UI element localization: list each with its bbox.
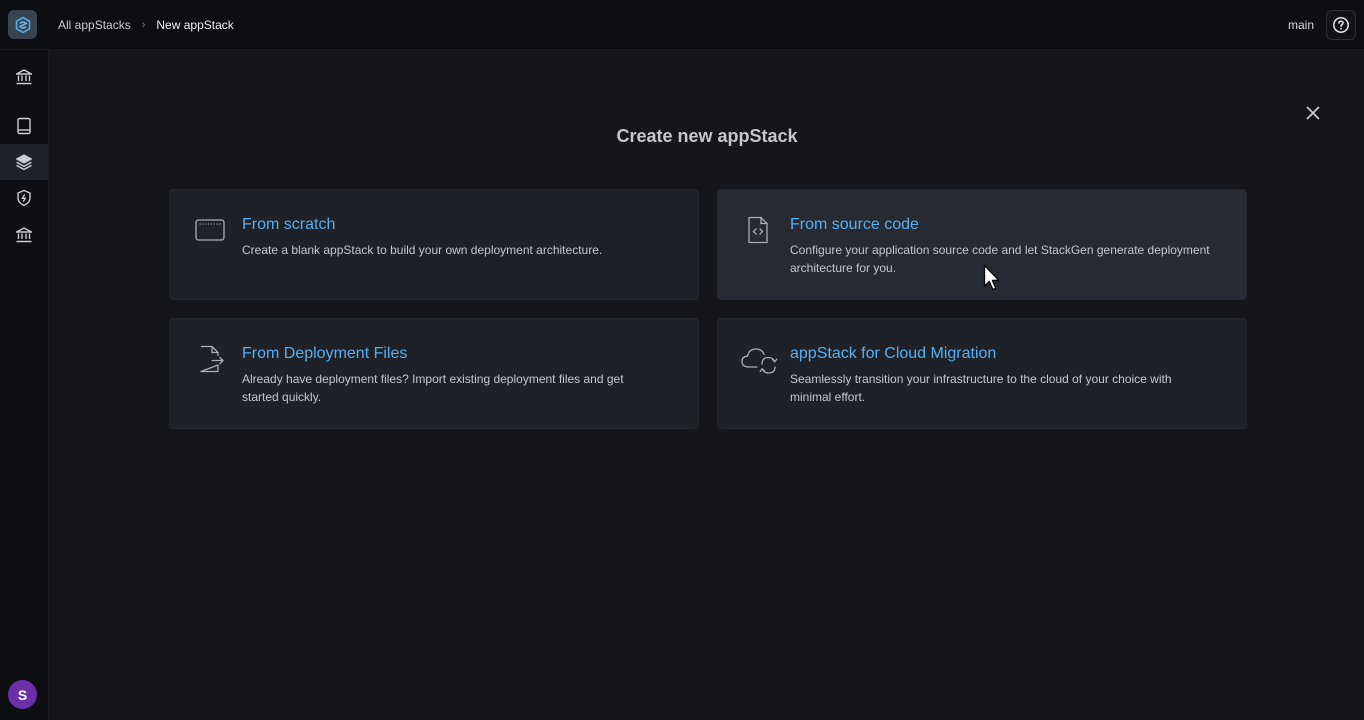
card-description: Create a blank appStack to build your ow… [242,243,603,257]
cloud-sync-icon [741,348,778,374]
sidebar: S [0,50,48,720]
sidebar-item-bank[interactable] [0,59,48,95]
layers-icon [15,154,33,171]
close-button[interactable] [1305,103,1321,123]
main-panel: Create new appStack From scratch Create … [48,50,1364,720]
close-icon [1306,106,1320,120]
card-from-deployment-files[interactable]: From Deployment Files Already have deplo… [169,318,699,429]
help-button[interactable] [1326,10,1356,40]
stackgen-logo-icon[interactable] [8,10,37,39]
card-from-source-code[interactable]: From source code Configure your applicat… [717,189,1247,300]
card-cloud-migration[interactable]: appStack for Cloud Migration Seamlessly … [717,318,1247,429]
app-root: All appStacks › New appStack main S Crea… [0,0,1364,720]
breadcrumb-separator: › [141,19,146,31]
user-avatar[interactable]: S [8,680,37,709]
sidebar-item-institution[interactable] [0,217,48,253]
card-description: Seamlessly transition your infrastructur… [790,372,1172,404]
breadcrumb-new-appstack: New appStack [156,18,234,32]
card-title: From scratch [242,216,336,233]
card-title: From Deployment Files [242,345,408,362]
sidebar-item-shield[interactable] [0,180,48,216]
window-icon [195,219,225,241]
bank-icon [15,69,33,85]
breadcrumb: All appStacks › New appStack [58,17,234,33]
card-description: Already have deployment files? Import ex… [242,372,624,404]
file-import-icon [200,345,224,373]
institution-icon [15,227,33,243]
book-icon [17,117,31,135]
card-title: appStack for Cloud Migration [790,345,997,362]
help-circle-icon [1333,17,1349,33]
card-from-scratch[interactable]: From scratch Create a blank appStack to … [169,189,699,300]
shield-icon [17,189,31,207]
sidebar-item-layers[interactable] [0,144,48,180]
top-bar: All appStacks › New appStack main [0,0,1364,50]
breadcrumb-all-appstacks[interactable]: All appStacks [58,18,131,32]
branch-label[interactable]: main [1288,18,1314,32]
mouse-cursor-icon [983,264,1000,291]
page-title: Create new appStack [616,126,798,146]
card-title: From source code [790,216,919,233]
sidebar-item-book[interactable] [0,108,48,144]
code-file-icon [748,216,768,244]
